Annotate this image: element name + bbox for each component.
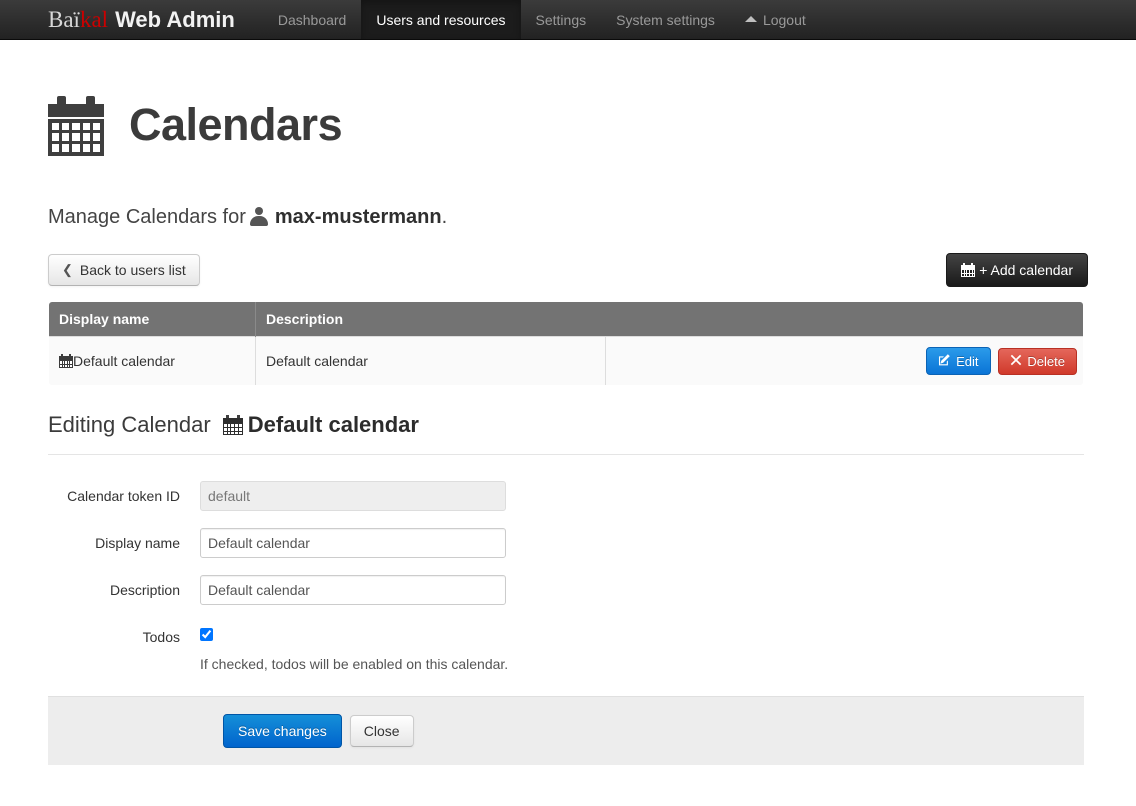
label-description: Description (109, 581, 180, 598)
cell-display-name: Default calendar (49, 336, 256, 386)
nav-item-dashboard-label: Dashboard (277, 11, 347, 28)
column-header-description: Description (255, 302, 1083, 337)
calendars-table-body: Default calendar Default calendar Edit D… (49, 336, 1083, 386)
nav-item-users-and-resources[interactable]: Users and resources (361, 0, 521, 39)
back-to-users-list-label: Back to users list (79, 262, 186, 279)
top-navbar: Baïkal Web Admin Dashboard Users and res… (0, 0, 1136, 40)
brand-logo[interactable]: Baïkal Web Admin (48, 0, 263, 39)
pencil-square-icon (938, 353, 951, 369)
calendar-icon (222, 415, 243, 436)
editing-calendar-name: Default calendar (247, 412, 419, 438)
nav-links: Dashboard Users and resources Settings S… (263, 0, 821, 39)
edit-calendar-label: Edit (956, 353, 979, 369)
close-label: Close (363, 722, 400, 739)
calendar-icon (59, 354, 73, 369)
close-button[interactable]: Close (349, 714, 414, 747)
label-display-name: Display name (95, 534, 180, 551)
nav-item-logout[interactable]: Logout (730, 0, 821, 39)
calendar-token-id-input (200, 480, 506, 511)
cell-display-name-text: Default calendar (73, 353, 175, 370)
editing-calendar-prefix: Editing Calendar (48, 412, 211, 438)
nav-item-dashboard[interactable]: Dashboard (263, 0, 362, 39)
nav-item-users-and-resources-label: Users and resources (376, 11, 506, 28)
back-to-users-list-button[interactable]: ❮ Back to users list (48, 254, 200, 287)
form-row-todos: Todos If checked, todos will be enabled … (48, 622, 1088, 672)
nav-item-system-settings[interactable]: System settings (601, 0, 730, 39)
description-input[interactable] (200, 574, 506, 605)
nav-item-settings-label: Settings (535, 11, 587, 28)
page-subtitle-username: max-mustermann (274, 206, 442, 229)
column-header-display-name: Display name (49, 302, 256, 337)
table-header-row: Display name Description (49, 302, 1083, 337)
add-calendar-button[interactable]: + Add calendar (946, 253, 1088, 288)
edit-calendar-button[interactable]: Edit (926, 347, 991, 376)
table-row[interactable]: Default calendar Default calendar Edit D… (49, 336, 1083, 386)
form-row-calendar-token-id: Calendar token ID (48, 480, 1088, 511)
todos-checkbox[interactable] (200, 627, 213, 641)
delete-calendar-button[interactable]: Delete (998, 348, 1077, 376)
user-icon (249, 207, 269, 227)
add-calendar-label: + Add calendar (979, 262, 1073, 279)
cell-row-actions: Edit Delete (605, 336, 1083, 386)
eject-icon (744, 15, 757, 22)
calendars-table: Display name Description Default calenda… (48, 301, 1084, 387)
page-subtitle-prefix: Manage Calendars for (48, 206, 246, 229)
form-row-description: Description (48, 574, 1088, 605)
brand-suffix-text: Web Admin (115, 6, 235, 32)
page-header: Calendars (48, 40, 1088, 183)
page-title: Calendars (129, 99, 343, 151)
delete-calendar-label: Delete (1027, 354, 1065, 370)
page-subtitle: Manage Calendars for max-mustermann. (48, 183, 1088, 239)
label-calendar-token-id: Calendar token ID (67, 487, 180, 504)
form-footer-actions: Save changes Close (48, 695, 1084, 765)
page-subtitle-suffix: . (441, 206, 448, 229)
action-toolbar: ❮ Back to users list + Add calendar (48, 239, 1088, 301)
todos-help-text: If checked, todos will be enabled on thi… (200, 655, 509, 672)
nav-item-settings[interactable]: Settings (521, 0, 602, 39)
calendar-edit-form: Calendar token ID Display name Descripti… (48, 455, 1088, 765)
display-name-input[interactable] (200, 527, 506, 558)
nav-item-logout-label: Logout (762, 11, 806, 28)
cell-description: Default calendar (255, 336, 607, 386)
save-changes-button[interactable]: Save changes (223, 713, 342, 748)
page-container: Calendars Manage Calendars for max-muster… (0, 40, 1136, 765)
brand-baikal-text: Baïkal (48, 0, 108, 40)
editing-calendar-heading: Editing Calendar Default calendar (48, 386, 1088, 438)
form-row-display-name: Display name (48, 527, 1088, 558)
brand-bai-text: Baï (48, 6, 80, 32)
calendars-table-head: Display name Description (49, 302, 1083, 337)
save-changes-label: Save changes (238, 722, 327, 739)
calendar-icon (48, 94, 104, 156)
x-mark-icon (1010, 354, 1022, 369)
todos-field-group: If checked, todos will be enabled on thi… (200, 622, 508, 672)
calendar-icon (961, 263, 976, 278)
label-todos: Todos (142, 628, 180, 645)
nav-item-system-settings-label: System settings (616, 11, 715, 28)
brand-kal-text: kal (79, 6, 109, 32)
chevron-left-icon: ❮ (62, 262, 73, 278)
